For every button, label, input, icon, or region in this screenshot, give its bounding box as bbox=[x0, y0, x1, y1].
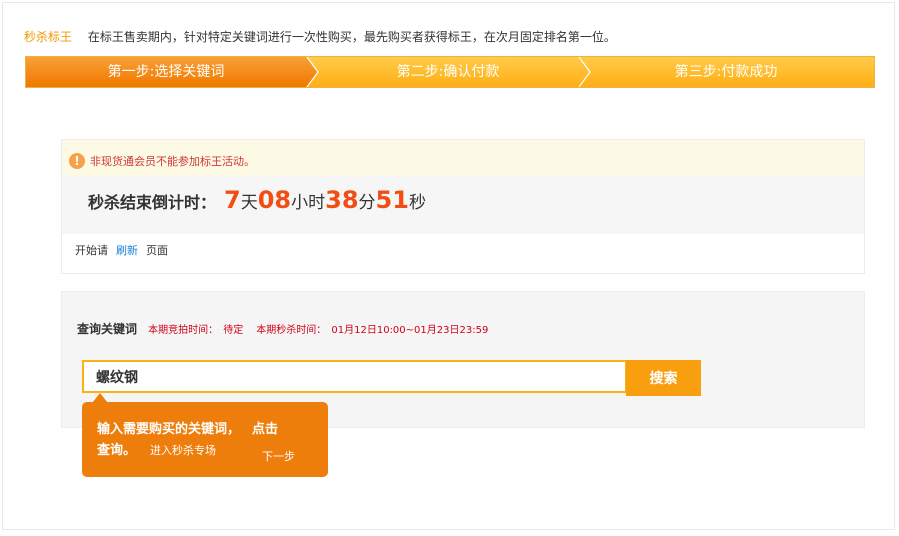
bid-time-label: 本期竞拍时间： bbox=[148, 325, 219, 336]
keyword-search-input[interactable] bbox=[82, 360, 627, 393]
hours-unit: 小时 bbox=[291, 193, 326, 213]
refresh-link[interactable]: 刷新 bbox=[116, 244, 138, 257]
countdown-seconds: 51 bbox=[375, 186, 409, 214]
refresh-prefix: 开始请 bbox=[75, 244, 108, 257]
brand-title: 秒杀标王 bbox=[24, 30, 73, 44]
countdown-days: 7 bbox=[224, 186, 241, 214]
refresh-row: 开始请 刷新 页面 bbox=[75, 242, 168, 258]
warning-bar: ! 非现货通会员不能参加标王活动。 bbox=[62, 140, 864, 176]
minutes-unit: 分 bbox=[358, 193, 376, 213]
countdown-minutes: 38 bbox=[325, 186, 359, 214]
intro-description: 在标王售卖期内，针对特定关键词进行一次性购买，最先购买者获得标王，在次月固定排名… bbox=[87, 30, 616, 44]
countdown-label: 秒杀结束倒计时： bbox=[88, 193, 217, 212]
intro-line: 秒杀标王 在标王售卖期内，针对特定关键词进行一次性购买，最先购买者获得标王，在次… bbox=[24, 28, 616, 45]
step-progress-bar: 第一步:选择关键词 第二步:确认付款 第三步:付款成功 bbox=[25, 56, 875, 88]
step-2-label: 第二步:确认付款 bbox=[396, 64, 500, 80]
search-button[interactable]: 搜索 bbox=[626, 360, 701, 396]
bid-time-value: 待定 bbox=[223, 325, 244, 336]
step-1-label: 第一步:选择关键词 bbox=[107, 64, 225, 80]
refresh-suffix: 页面 bbox=[146, 244, 168, 257]
exclamation-circle-icon: ! bbox=[69, 153, 85, 169]
tooltip-line-2: 查询。 bbox=[97, 443, 137, 458]
countdown-row: 秒杀结束倒计时： 7天08小时38分51秒 bbox=[62, 176, 864, 234]
seckill-time-label: 本期秒杀时间： bbox=[256, 325, 327, 336]
next-step-link[interactable]: 下一步 bbox=[262, 448, 295, 464]
warning-text: 非现货通会员不能参加标王活动。 bbox=[90, 155, 255, 168]
tooltip-line-1: 输入需要购买的关键词， 点击 bbox=[97, 418, 278, 437]
step-3-label: 第三步:付款成功 bbox=[674, 64, 778, 80]
seckill-time-value: 01月12日10:00~01月23日23:59 bbox=[331, 325, 489, 336]
tooltip-click-text: 点击 bbox=[252, 422, 279, 437]
query-info-row: 查询关键词 本期竞拍时间： 待定 本期秒杀时间： 01月12日10:00~01月… bbox=[77, 318, 488, 337]
countdown-hours: 08 bbox=[257, 186, 292, 214]
guide-tooltip: 输入需要购买的关键词， 点击 查询。 进入秒杀专场 下一步 bbox=[82, 393, 328, 477]
days-unit: 天 bbox=[240, 193, 258, 213]
seconds-unit: 秒 bbox=[408, 193, 426, 213]
notice-panel: ! 非现货通会员不能参加标王活动。 秒杀结束倒计时： 7天08小时38分51秒 开… bbox=[61, 139, 865, 274]
countdown: 秒杀结束倒计时： 7天08小时38分51秒 bbox=[88, 186, 426, 214]
tooltip-instruction: 输入需要购买的关键词， bbox=[97, 422, 241, 437]
query-title: 查询关键词 bbox=[77, 322, 138, 336]
enter-seckill-link[interactable]: 进入秒杀专场 bbox=[150, 442, 216, 458]
tooltip-arrow bbox=[92, 393, 108, 403]
